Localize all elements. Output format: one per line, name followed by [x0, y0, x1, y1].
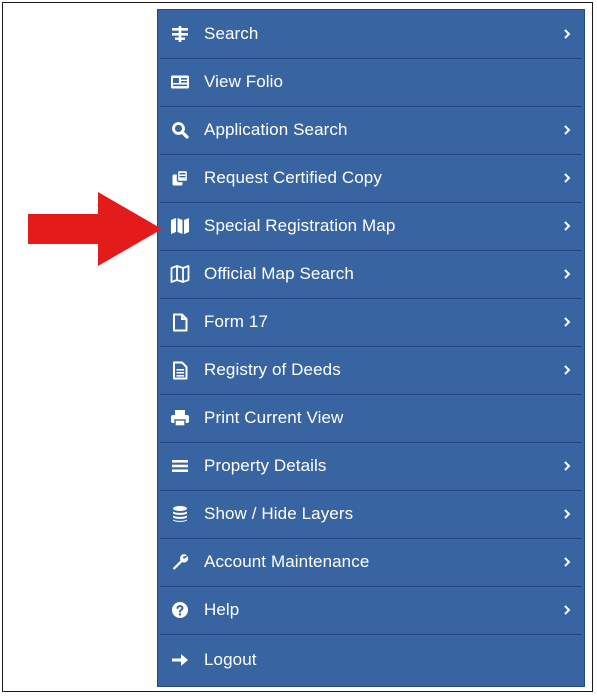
copy-icon — [170, 168, 190, 188]
menu-item-registry-of-deeds[interactable]: Registry of Deeds — [158, 346, 584, 395]
menu-item-label: Form 17 — [204, 312, 268, 331]
menu-item-search[interactable]: Search — [158, 10, 584, 59]
menu-item-property-details[interactable]: Property Details — [158, 442, 584, 491]
menu-item-view-folio[interactable]: View Folio — [158, 58, 584, 107]
main-menu: Search View Folio Application Search Req… — [157, 9, 585, 687]
menu-item-help[interactable]: Help — [158, 586, 584, 635]
chevron-right-icon — [564, 173, 571, 183]
menu-item-form-17[interactable]: Form 17 — [158, 298, 584, 347]
menu-item-label: Search — [204, 24, 259, 43]
chevron-right-icon — [564, 605, 571, 615]
chevron-right-icon — [564, 557, 571, 567]
menu-item-logout[interactable]: Logout — [158, 634, 584, 686]
red-pointer-arrow — [28, 192, 162, 266]
map-filled-icon — [170, 216, 190, 236]
list-icon — [170, 456, 190, 476]
menu-item-official-map-search[interactable]: Official Map Search — [158, 250, 584, 299]
menu-item-label: Registry of Deeds — [204, 360, 341, 379]
search-filter-icon — [170, 24, 190, 44]
menu-item-request-certified-copy[interactable]: Request Certified Copy — [158, 154, 584, 203]
folio-card-icon — [170, 72, 190, 92]
chevron-right-icon — [564, 29, 571, 39]
menu-item-label: Print Current View — [204, 408, 344, 427]
chevron-right-icon — [564, 365, 571, 375]
wrench-icon — [170, 552, 190, 572]
menu-item-label: Show / Hide Layers — [204, 504, 354, 523]
menu-item-show-hide-layers[interactable]: Show / Hide Layers — [158, 490, 584, 539]
file-icon — [170, 312, 190, 332]
menu-item-application-search[interactable]: Application Search — [158, 106, 584, 155]
print-icon — [170, 408, 190, 428]
chevron-right-icon — [564, 125, 571, 135]
menu-item-label: Request Certified Copy — [204, 168, 382, 187]
chevron-right-icon — [564, 317, 571, 327]
chevron-right-icon — [564, 269, 571, 279]
menu-item-label: Official Map Search — [204, 264, 354, 283]
menu-item-label: Logout — [204, 650, 257, 669]
magnifier-icon — [170, 120, 190, 140]
menu-item-label: Help — [204, 600, 240, 619]
menu-item-special-registration-map[interactable]: Special Registration Map — [158, 202, 584, 251]
layers-icon — [170, 504, 190, 524]
menu-item-account-maintenance[interactable]: Account Maintenance — [158, 538, 584, 587]
menu-item-label: Property Details — [204, 456, 327, 475]
chevron-right-icon — [564, 509, 571, 519]
chevron-right-icon — [564, 461, 571, 471]
menu-item-label: Account Maintenance — [204, 552, 370, 571]
help-icon — [170, 600, 190, 620]
map-outline-icon — [170, 264, 190, 284]
menu-item-label: View Folio — [204, 72, 284, 91]
menu-item-print-current-view[interactable]: Print Current View — [158, 394, 584, 443]
document-icon — [170, 360, 190, 380]
menu-item-label: Application Search — [204, 120, 348, 139]
logout-arrow-icon — [170, 650, 190, 670]
menu-item-label: Special Registration Map — [204, 216, 396, 235]
chevron-right-icon — [564, 221, 571, 231]
